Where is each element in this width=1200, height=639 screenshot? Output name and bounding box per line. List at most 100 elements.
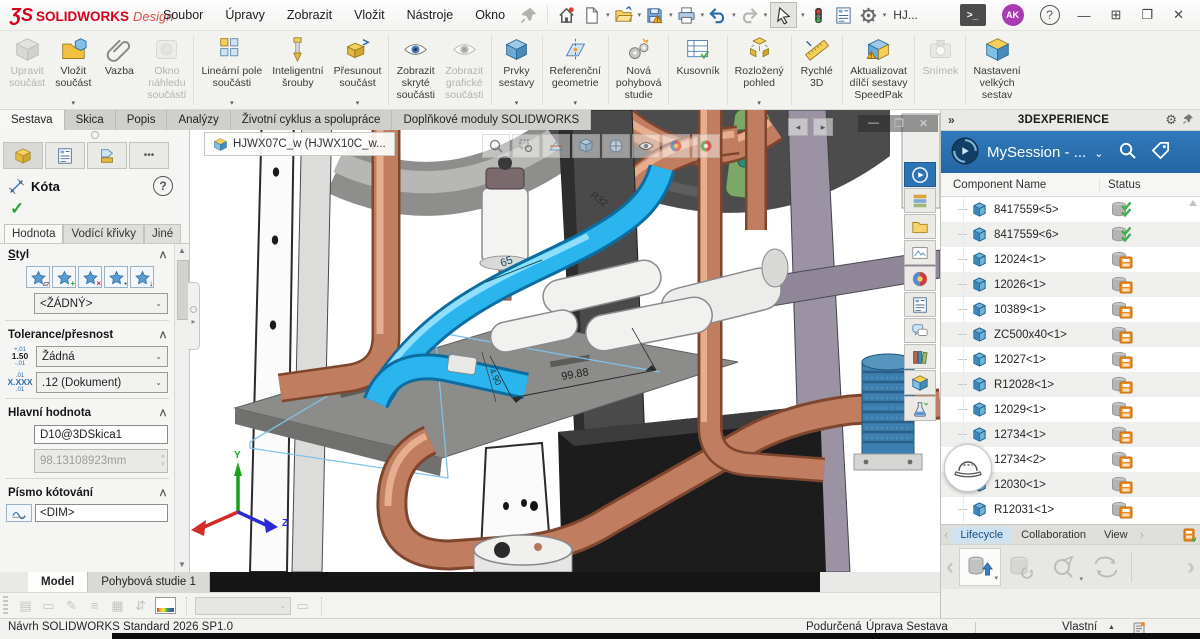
dimension-text-section-header[interactable]: Písmo kótování ᐱ	[0, 482, 174, 502]
ribbon-quick-3d[interactable]: Rychlé3D	[794, 32, 840, 109]
component-name[interactable]: ZC500x40<1>	[994, 329, 1086, 341]
delete-style-button[interactable]: ×	[78, 266, 102, 288]
grid-tool-icon[interactable]: ▦	[107, 596, 128, 616]
print-icon[interactable]	[676, 3, 697, 27]
component-row[interactable]: ZC500x40<1>	[941, 322, 1200, 347]
edit-appearance-icon[interactable]	[662, 134, 690, 158]
tab-forum[interactable]	[904, 318, 936, 343]
display-style-icon[interactable]	[602, 134, 630, 158]
component-name[interactable]: 12026<1>	[994, 279, 1086, 291]
open-icon[interactable]	[613, 3, 634, 27]
cmd-tab-skica[interactable]: Skica	[65, 110, 116, 130]
ribbon-assembly-features[interactable]: Prvkysestavy▾	[494, 32, 540, 109]
menu-okno[interactable]: Okno	[464, 8, 516, 22]
ribbon-reference-geometry[interactable]: Referenčnígeometrie▾	[545, 32, 606, 109]
layer-properties-icon[interactable]	[155, 597, 176, 614]
ribbon-smart-fasteners[interactable]: Inteligentníšrouby	[267, 32, 328, 109]
graphics-area[interactable]: 99.88 R32 65 4.90 Y X Z	[190, 110, 940, 572]
component-row[interactable]: 12026<1>	[941, 272, 1200, 297]
3d-model-scene[interactable]: 99.88 R32 65 4.90 Y X Z	[190, 110, 940, 572]
restore-button[interactable]: ❐	[1141, 7, 1153, 23]
lines-tool-icon[interactable]: ≡	[84, 596, 105, 616]
chevron-down-icon[interactable]: ▾	[701, 11, 705, 19]
session-chevron-icon[interactable]: ⌄	[1094, 147, 1103, 160]
chevron-down-icon[interactable]: ▾	[732, 11, 736, 19]
component-name[interactable]: 12027<1>	[994, 354, 1086, 366]
component-row[interactable]: 12024<1>	[941, 247, 1200, 272]
dimension-name-field[interactable]: D10@3DSkica1	[34, 425, 168, 444]
tab-assembly-tree[interactable]	[3, 142, 43, 169]
tab-pohybov-studie-1[interactable]: Pohybová studie 1	[88, 572, 210, 592]
component-row[interactable]: 12734<1>	[941, 422, 1200, 447]
component-name[interactable]: 12734<2>	[994, 454, 1086, 466]
tab-3dexperience[interactable]	[904, 162, 936, 187]
menu-vložit[interactable]: Vložit	[343, 8, 396, 22]
config-arrow-icon[interactable]: ▲	[1108, 624, 1115, 631]
prev-document-icon[interactable]: ◂	[788, 118, 808, 136]
pm-help-icon[interactable]: ?	[153, 176, 173, 196]
home-icon[interactable]	[556, 3, 577, 27]
component-row[interactable]: 8417559<5>	[941, 197, 1200, 222]
component-name[interactable]: 12030<1>	[994, 479, 1086, 491]
dimension-value-spinner[interactable]: 98.13108923mm ˄˅	[34, 449, 168, 473]
column-status[interactable]: Status	[1099, 179, 1200, 191]
ribbon-mate[interactable]: Vazba	[96, 32, 142, 109]
ribbon-insert-component[interactable]: Vložitsoučást▾	[50, 32, 96, 109]
component-row[interactable]: 8417559<6>	[941, 222, 1200, 247]
sync-button[interactable]	[1085, 548, 1127, 586]
pm-tab-hodnota[interactable]: Hodnota	[4, 224, 63, 243]
save-to-3dexperience-button[interactable]: ▾	[959, 548, 1001, 586]
ribbon-show-hidden-components[interactable]: Zobrazitskrytésoučásti	[391, 32, 440, 109]
ribbon-move-component[interactable]: Přesunoutsoučást▾	[329, 32, 387, 109]
options-icon[interactable]	[858, 3, 879, 27]
save-icon[interactable]: !	[644, 3, 665, 27]
primary-value-section-header[interactable]: Hlavní hodnota ᐱ	[0, 402, 174, 422]
menu-úpravy[interactable]: Úpravy	[214, 8, 276, 22]
help-icon[interactable]: ?	[1040, 5, 1060, 25]
new-document-icon[interactable]	[581, 3, 602, 27]
next-document-icon[interactable]: ▸	[813, 118, 833, 136]
sketch-tool-icon[interactable]: ✎	[61, 596, 82, 616]
chevron-down-icon[interactable]: ▾	[669, 11, 673, 19]
rebuild-icon[interactable]	[808, 3, 829, 27]
collapse-dimtext-icon[interactable]: ᐱ	[160, 488, 166, 499]
chevron-down-icon[interactable]: ▾	[230, 99, 234, 108]
component-name[interactable]: 12734<1>	[994, 429, 1086, 441]
style-section-header[interactable]: Styl ᐱ	[0, 244, 174, 264]
undo-icon[interactable]	[707, 3, 728, 27]
section-view-icon[interactable]	[542, 134, 570, 158]
tolerance-section-header[interactable]: Tolerance/přesnost ᐱ	[0, 324, 174, 344]
component-name[interactable]: 12024<1>	[994, 254, 1086, 266]
collapse-tolerance-icon[interactable]: ᐱ	[160, 330, 166, 341]
scroll-up-hint-icon[interactable]	[1189, 200, 1197, 206]
doc-restore-button[interactable]: ❐	[894, 117, 904, 130]
hide-show-items-icon[interactable]	[632, 134, 660, 158]
document-properties-icon[interactable]	[833, 3, 854, 27]
tab-custom-properties[interactable]	[904, 292, 936, 317]
document-short-name[interactable]: HJ...	[893, 8, 918, 22]
precision-dropdown[interactable]: .12 (Dokument) ⌄	[36, 372, 168, 393]
tab-configuration-manager[interactable]	[87, 142, 127, 169]
panel-pin-icon[interactable]	[1182, 113, 1200, 128]
component-row[interactable]: R12031<1>	[941, 497, 1200, 522]
save-style-button[interactable]: ▪	[104, 266, 128, 288]
component-name[interactable]: 12029<1>	[994, 404, 1086, 416]
component-name[interactable]: R12028<1>	[994, 379, 1086, 391]
bottom-cylinder[interactable]	[474, 535, 572, 572]
close-button[interactable]: ✕	[1173, 7, 1184, 23]
tab-more-icon[interactable]: •••	[129, 142, 169, 169]
tab-appearances[interactable]	[904, 266, 936, 291]
zoom-area-icon[interactable]	[512, 134, 540, 158]
scene-icon[interactable]	[692, 134, 720, 158]
session-name[interactable]: MySession - ...	[987, 144, 1086, 161]
toolbar-grip[interactable]	[3, 596, 8, 616]
cmd-tab-anal-zy[interactable]: Analýzy	[167, 110, 230, 130]
search-icon[interactable]	[1111, 141, 1144, 163]
ribbon-update-speedpak[interactable]: !Aktualizovatdílčí sestavySpeedPak	[845, 32, 913, 109]
pm-scrollbar[interactable]: ▲ ▼	[174, 244, 189, 572]
tab-collaboration[interactable]: Collaboration	[1012, 527, 1095, 543]
view-orientation-icon[interactable]	[572, 134, 600, 158]
panel-splitter[interactable]	[0, 130, 189, 139]
ribbon-new-motion-study[interactable]: Novápohybovástudie	[611, 32, 667, 109]
pm-tab-vod-c-k-ivky[interactable]: Vodící křivky	[63, 224, 144, 243]
